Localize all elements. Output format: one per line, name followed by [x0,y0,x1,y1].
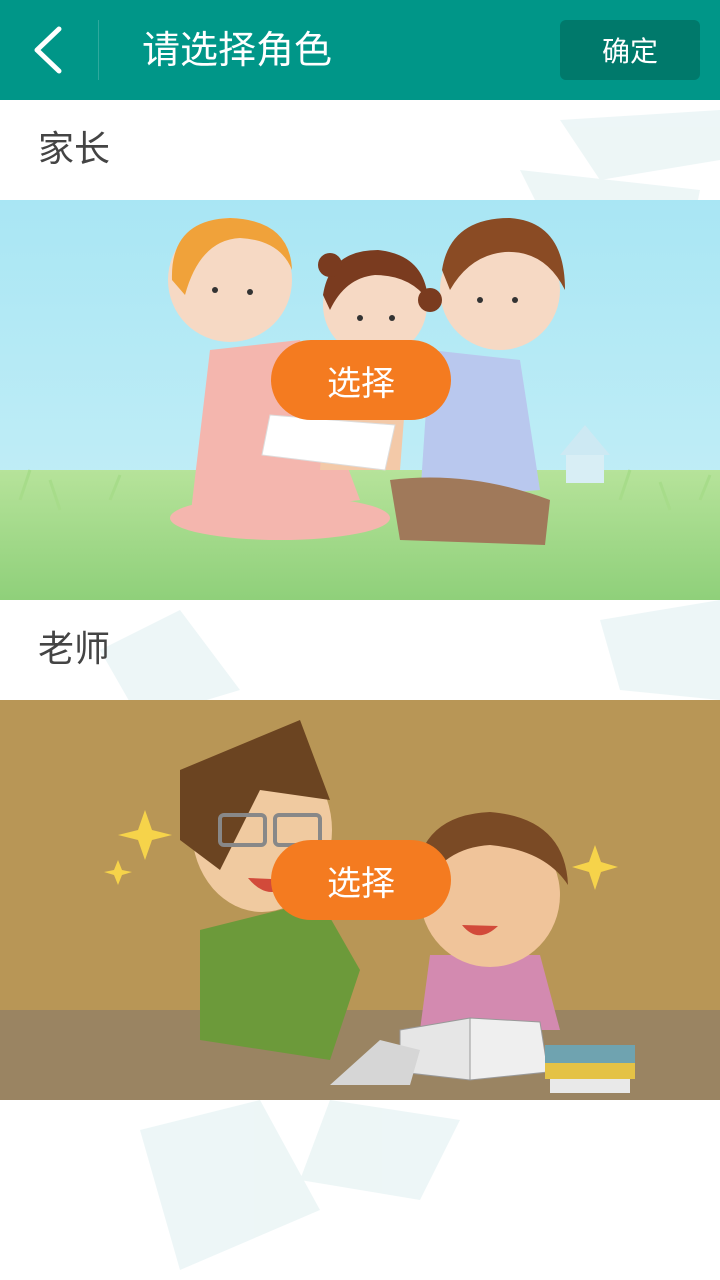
role-label-teacher: 老师 [38,629,111,670]
confirm-button[interactable]: 确定 [560,20,700,80]
chevron-left-icon [29,25,69,75]
app-header: 请选择角色 确定 [0,0,720,100]
back-button[interactable] [0,0,98,100]
select-parent-button[interactable]: 选择 [271,340,451,420]
page-title: 请选择角色 [142,28,333,72]
header-divider [98,20,99,80]
role-card-teacher[interactable]: 选择 [0,700,720,1100]
role-label-parent: 家长 [38,129,111,170]
role-card-parent[interactable]: 选择 [0,200,720,600]
select-teacher-button[interactable]: 选择 [271,840,451,920]
